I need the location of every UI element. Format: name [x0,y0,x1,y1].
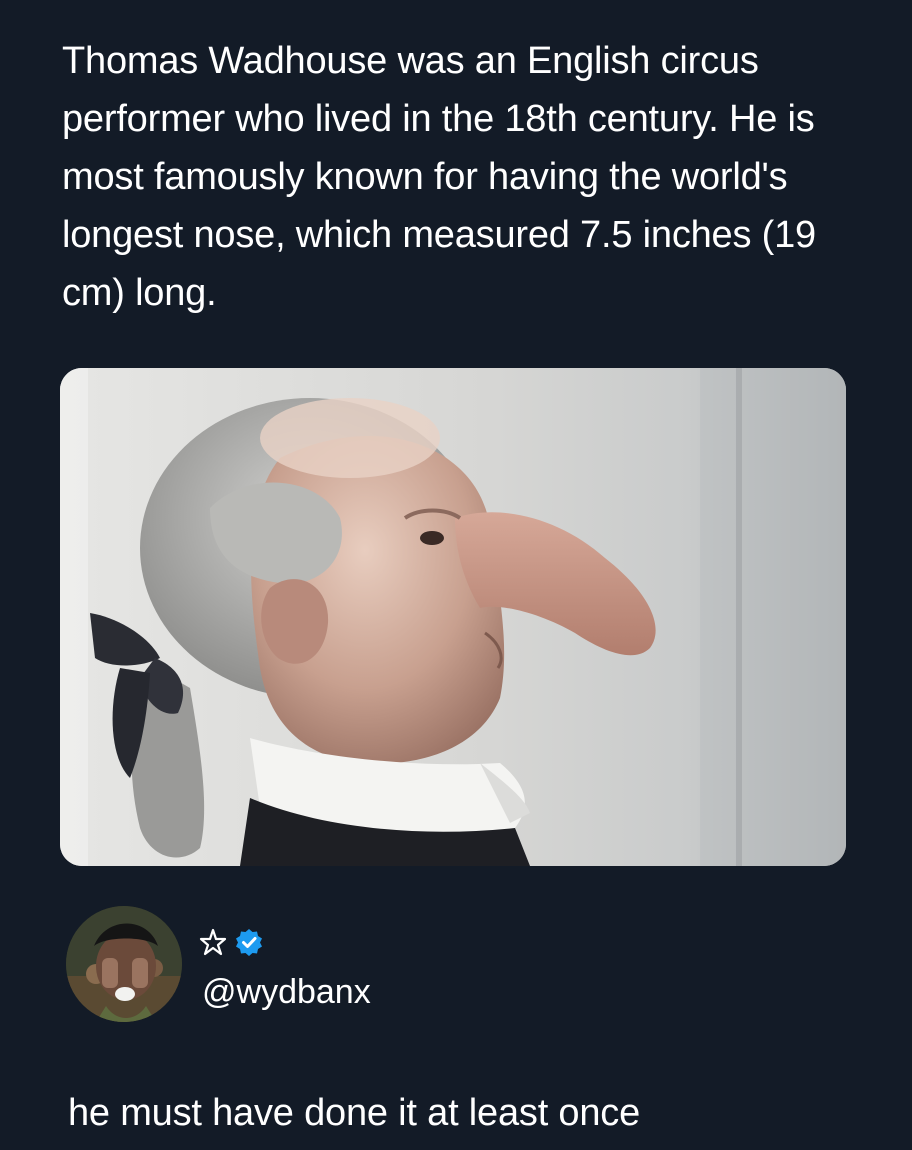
post-text: Thomas Wadhouse was an English circus pe… [62,40,816,314]
author-block[interactable]: @wydbanx [66,906,466,1026]
wax-figure-photo [60,368,846,866]
verified-badge-icon [236,929,262,956]
avatar[interactable] [66,906,182,1022]
star-icon [199,928,227,956]
display-name-row [198,922,264,962]
reply-text: he must have done it at least once [68,1092,641,1134]
author-handle[interactable]: @wydbanx [202,970,371,1014]
avatar-image [66,906,182,1022]
post-image[interactable] [60,368,846,866]
